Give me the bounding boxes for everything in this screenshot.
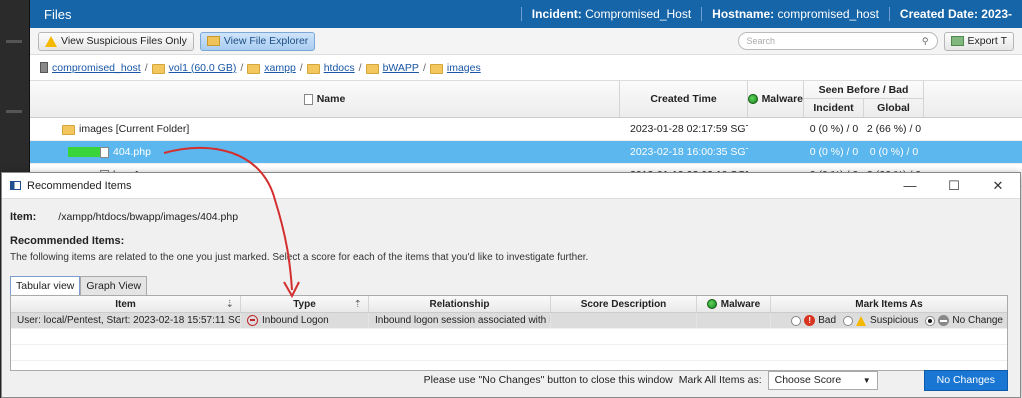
sort-icon: ⇣ bbox=[225, 298, 234, 310]
drive-icon bbox=[40, 62, 48, 73]
column-header-created[interactable]: Created Time bbox=[620, 81, 748, 117]
item-label: Item: bbox=[10, 211, 37, 223]
chevron-down-icon: ▼ bbox=[862, 375, 871, 385]
recommended-table-header: Item ⇣ Type ⇡ Relationship Score Descrip… bbox=[11, 296, 1007, 313]
explorer-icon bbox=[206, 36, 220, 46]
choose-score-select[interactable]: Choose Score ▼ bbox=[767, 370, 878, 390]
breadcrumb-item-xampp[interactable]: xampp bbox=[264, 62, 296, 74]
folder-icon bbox=[151, 63, 165, 74]
table-row bbox=[11, 329, 1007, 345]
table-row[interactable]: images [Current Folder] 2023-01-28 02:17… bbox=[30, 118, 1022, 141]
files-toolbar: View Suspicious Files Only View File Exp… bbox=[30, 28, 1022, 55]
mark-suspicious-radio[interactable] bbox=[843, 315, 854, 326]
bad-icon: ! bbox=[804, 315, 816, 326]
column-header-global[interactable]: Global bbox=[864, 99, 923, 117]
column-header-type[interactable]: Type ⇡ bbox=[241, 296, 369, 312]
folder-icon bbox=[247, 63, 261, 74]
incident-info: Incident: Compromised_Host bbox=[520, 7, 701, 21]
column-header-name[interactable]: Name bbox=[30, 81, 620, 117]
mark-bad-radio[interactable] bbox=[791, 315, 802, 326]
breadcrumb-item-host[interactable]: compromised_host bbox=[52, 62, 141, 74]
close-button[interactable]: ✕ bbox=[976, 173, 1020, 198]
panel-marker bbox=[6, 40, 22, 43]
malware-status-icon bbox=[748, 94, 758, 104]
files-title-bar: Files Incident: Compromised_Host Hostnam… bbox=[30, 0, 1022, 28]
no-changes-button[interactable]: No Changes bbox=[923, 369, 1008, 391]
window-icon bbox=[10, 181, 21, 190]
breadcrumb-item-bwapp[interactable]: bWAPP bbox=[383, 62, 419, 74]
suspicious-icon bbox=[856, 315, 867, 326]
dialog-footer: Please use "No Changes" button to close … bbox=[2, 363, 1020, 397]
search-icon: ⚲ bbox=[921, 35, 929, 46]
search-input[interactable]: Search ⚲ bbox=[737, 32, 938, 50]
recommended-description: The following items are related to the o… bbox=[10, 252, 589, 263]
export-button[interactable]: Export T bbox=[943, 31, 1014, 51]
maximize-button[interactable]: ☐ bbox=[932, 173, 976, 198]
no-change-icon bbox=[938, 315, 950, 326]
column-header-malware[interactable]: Malware bbox=[697, 296, 771, 312]
folder-icon bbox=[429, 63, 443, 74]
folder-icon bbox=[365, 63, 379, 74]
minimize-button[interactable]: — bbox=[888, 173, 932, 198]
highlight-marker bbox=[68, 147, 100, 157]
dialog-title: Recommended Items bbox=[27, 179, 132, 192]
malware-status-icon bbox=[706, 299, 717, 309]
view-suspicious-files-button[interactable]: View Suspicious Files Only bbox=[38, 31, 194, 51]
column-header-seen: Seen Before / Bad Incident Global bbox=[804, 81, 924, 117]
dialog-title-bar: Recommended Items — ☐ ✕ bbox=[2, 173, 1020, 199]
file-table-header: Name Created Time Malware Seen Before / … bbox=[30, 81, 1022, 118]
breadcrumb: compromised_host / vol1 (60.0 GB) / xamp… bbox=[30, 55, 1022, 81]
tab-tabular-view[interactable]: Tabular view bbox=[10, 276, 81, 295]
panel-marker bbox=[6, 110, 22, 113]
column-header-item[interactable]: Item ⇣ bbox=[11, 296, 241, 312]
file-icon bbox=[100, 146, 109, 158]
warning-icon bbox=[45, 35, 57, 47]
view-title: Files bbox=[44, 6, 72, 22]
item-path-line: Item: /xampp/htdocs/bwapp/images/404.php bbox=[10, 211, 1012, 223]
column-header-mark-items[interactable]: Mark Items As bbox=[771, 296, 1007, 312]
table-row[interactable]: 404.php 2023-02-18 16:00:35 SGT 0 (0 %) … bbox=[30, 141, 1022, 164]
tab-graph-view[interactable]: Graph View bbox=[80, 276, 148, 295]
inbound-logon-icon bbox=[247, 315, 258, 326]
export-icon bbox=[950, 36, 964, 46]
breadcrumb-item-volume[interactable]: vol1 (60.0 GB) bbox=[169, 62, 237, 74]
mark-all-label: Mark All Items as: bbox=[678, 374, 762, 386]
column-header-incident[interactable]: Incident bbox=[804, 99, 864, 117]
column-header-malware[interactable]: Malware bbox=[748, 81, 804, 117]
hostname-info: Hostname: compromised_host bbox=[701, 7, 889, 21]
breadcrumb-item-htdocs[interactable]: htdocs bbox=[324, 62, 355, 74]
created-date-info: Created Date: 2023- bbox=[888, 7, 1022, 21]
view-tabs: Tabular view Graph View bbox=[10, 276, 1012, 295]
column-header-relationship[interactable]: Relationship bbox=[369, 296, 551, 312]
item-path: /xampp/htdocs/bwapp/images/404.php bbox=[58, 211, 239, 223]
file-icon bbox=[303, 93, 313, 105]
mark-no-change-radio[interactable] bbox=[925, 315, 936, 326]
folder-icon bbox=[306, 63, 320, 74]
breadcrumb-item-images[interactable]: images bbox=[447, 62, 481, 74]
mark-options: ! Bad Suspicious No Change bbox=[771, 313, 1007, 328]
table-row bbox=[11, 345, 1007, 361]
table-row[interactable]: User: local/Pentest, Start: 2023-02-18 1… bbox=[11, 313, 1007, 329]
recommended-items-dialog: Recommended Items — ☐ ✕ Item: /xampp/htd… bbox=[1, 172, 1021, 398]
recommended-table: Item ⇣ Type ⇡ Relationship Score Descrip… bbox=[10, 295, 1008, 371]
footer-hint: Please use "No Changes" button to close … bbox=[423, 374, 673, 386]
recommended-heading: Recommended Items: bbox=[10, 235, 125, 247]
sort-icon: ⇡ bbox=[353, 298, 362, 310]
folder-icon bbox=[62, 125, 75, 135]
view-file-explorer-button[interactable]: View File Explorer bbox=[199, 31, 316, 51]
column-header-score-description[interactable]: Score Description bbox=[551, 296, 697, 312]
